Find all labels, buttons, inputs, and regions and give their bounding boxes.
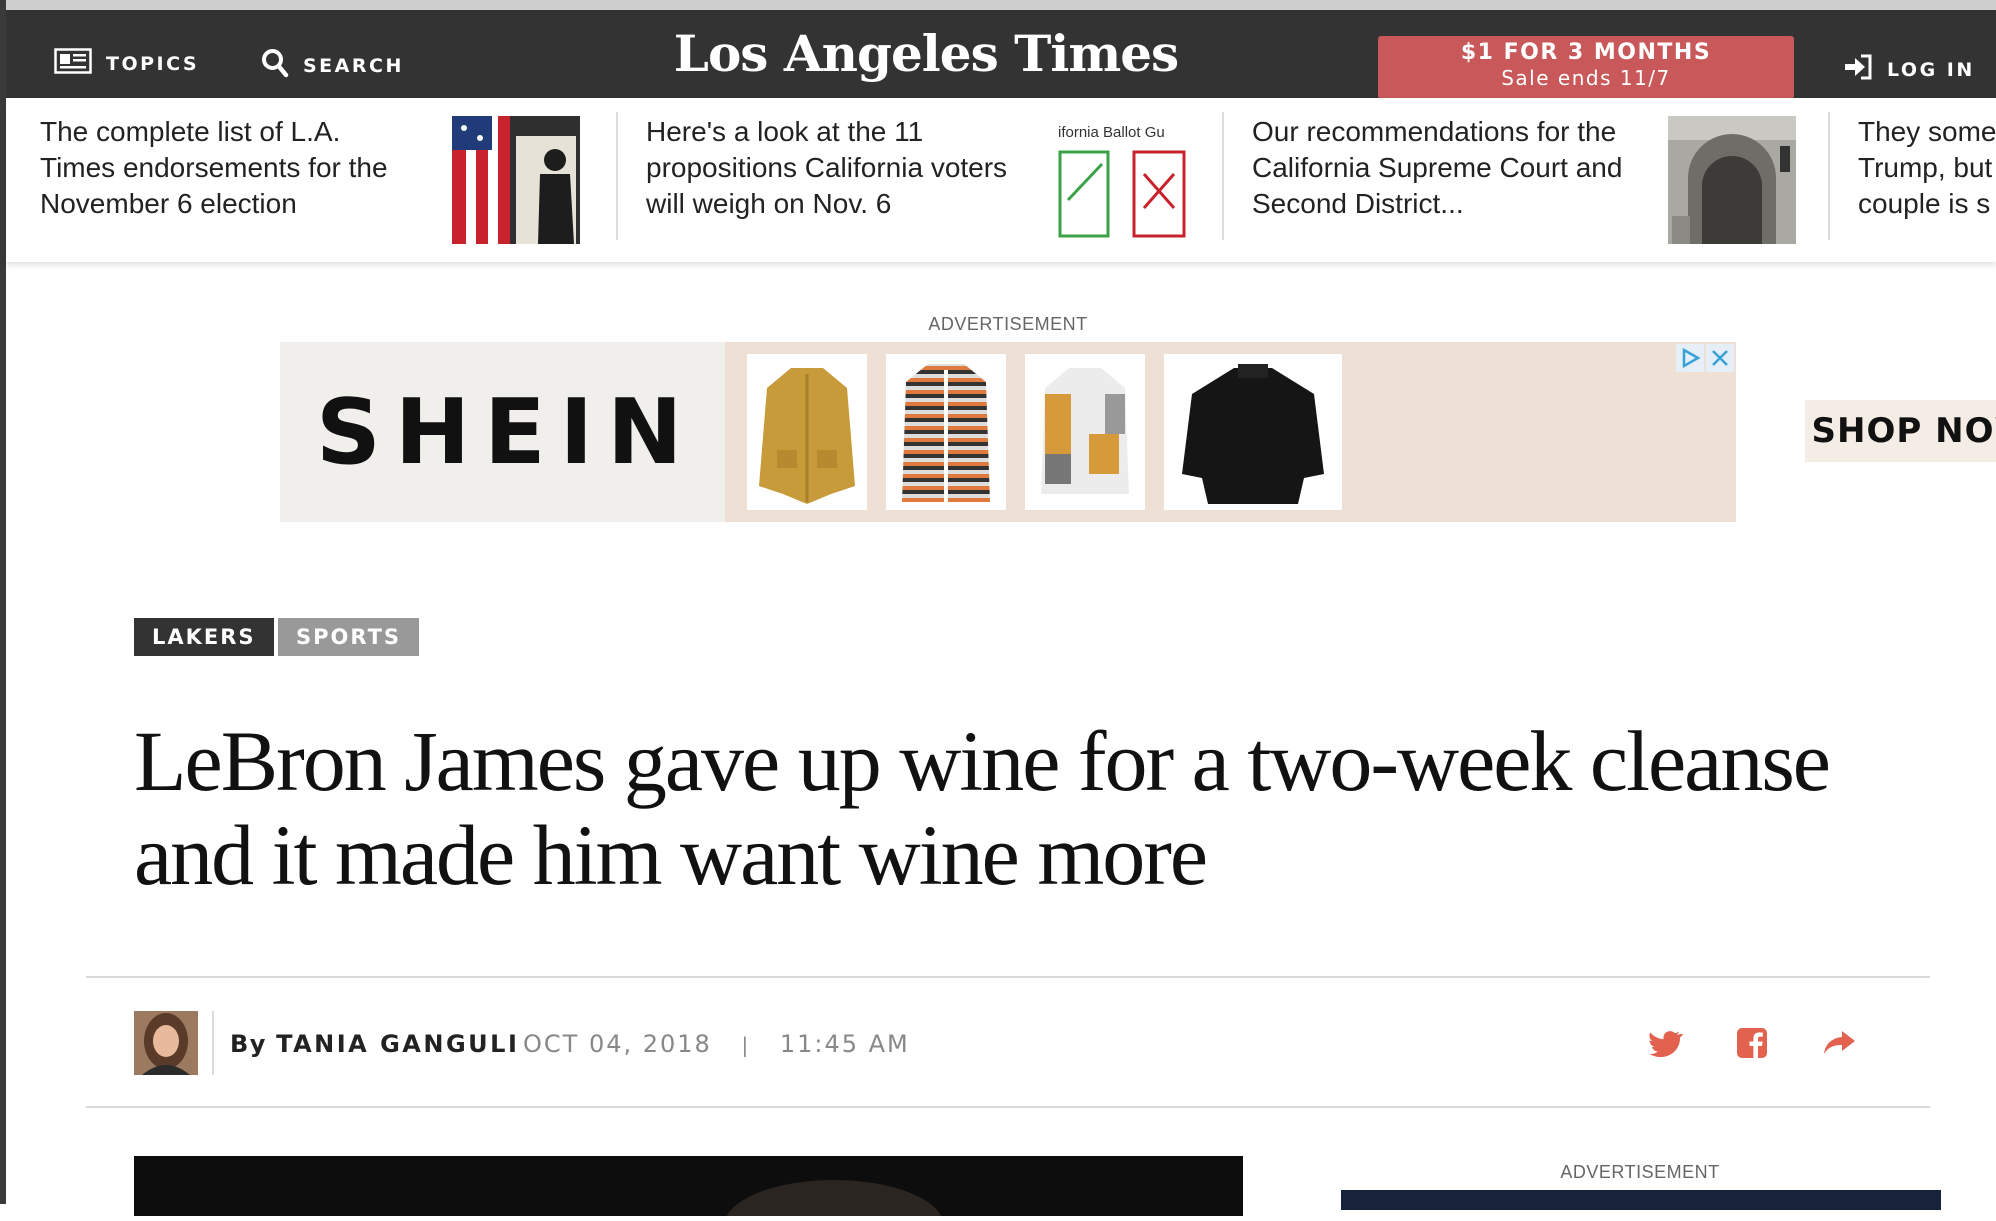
ticker-item[interactable]: They some Trump, but couple is s	[1858, 98, 1996, 262]
ballot-guide-graphic[interactable]: ifornia Ballot Gu	[1058, 116, 1186, 244]
tag-lakers[interactable]: LAKERS	[134, 618, 274, 656]
sidebar-ad-label: ADVERTISEMENT	[1560, 1162, 1720, 1182]
ticker-separator	[1222, 112, 1224, 240]
colorblock-cardigan-image[interactable]	[1025, 354, 1145, 510]
ad-brand-panel: SHEIN	[280, 342, 725, 522]
twitter-icon[interactable]	[1649, 1026, 1683, 1060]
browser-top-strip	[0, 0, 1996, 10]
ticker-item[interactable]: Here's a look at the 11 propositions Cal…	[646, 98, 1224, 262]
site-logo[interactable]: Los Angeles Times	[576, 24, 1276, 83]
ticker-item-text[interactable]: The complete list of L.A. Times endorsem…	[40, 114, 420, 222]
author-name[interactable]: TANIA GANGULI	[276, 1030, 519, 1058]
ticker-separator	[1828, 112, 1830, 240]
byline-prefix: By	[230, 1030, 267, 1058]
byline-top-divider	[86, 976, 1930, 978]
share-arrow-icon[interactable]	[1822, 1026, 1856, 1060]
newspaper-icon	[54, 48, 92, 79]
ad-choices-controls	[1676, 344, 1734, 372]
login-label: LOG IN	[1887, 58, 1975, 81]
black-sweater-image[interactable]	[1164, 354, 1342, 510]
ticker-item-text[interactable]: They some Trump, but couple is s	[1858, 114, 1996, 222]
ad-product-panel: SHOP NOW>	[725, 342, 1996, 522]
sidebar-ad[interactable]	[1341, 1190, 1941, 1210]
mustard-cardigan-image[interactable]	[747, 354, 867, 510]
publish-time: 11:45 AM	[779, 1030, 910, 1058]
byline-bottom-divider	[86, 1106, 1930, 1108]
topics-button[interactable]: TOPICS	[54, 48, 199, 79]
striped-cardigan-image[interactable]	[886, 354, 1006, 510]
author-avatar[interactable]	[134, 1011, 198, 1075]
promo-offer: $1 FOR 3 MONTHS	[1460, 40, 1712, 65]
promo-deadline: Sale ends 11/7	[1501, 66, 1671, 90]
login-icon	[1843, 54, 1873, 85]
topics-label: TOPICS	[106, 52, 200, 75]
byline-separator	[212, 1011, 214, 1075]
ticker-separator	[616, 112, 618, 240]
shop-now-button[interactable]: SHOP NOW>	[1805, 400, 1996, 462]
site-header: TOPICS SEARCH Los Angeles Times $1 FOR 3…	[6, 10, 1996, 99]
shein-banner-ad[interactable]: SHEIN SHOP NO	[280, 342, 1996, 522]
login-button[interactable]: LOG IN	[1843, 54, 1975, 85]
tag-sports[interactable]: SPORTS	[278, 618, 420, 656]
ad-brand-name: SHEIN	[316, 380, 697, 485]
publish-date: OCT 04, 2018	[523, 1030, 712, 1058]
facebook-icon[interactable]	[1735, 1026, 1769, 1060]
search-icon	[261, 48, 289, 83]
subscribe-promo-button[interactable]: $1 FOR 3 MONTHS Sale ends 11/7	[1378, 36, 1794, 99]
ad-label: ADVERTISEMENT	[928, 314, 1088, 334]
publish-dateline: OCT 04, 2018 | 11:45 AM	[523, 1030, 910, 1058]
ticker-item[interactable]: Our recommendations for the California S…	[1252, 98, 1830, 262]
ticker-item-text[interactable]: Here's a look at the 11 propositions Cal…	[646, 114, 1026, 222]
search-button[interactable]: SEARCH	[261, 48, 404, 83]
flag-voting-booth-photo[interactable]	[452, 116, 580, 244]
date-time-separator: |	[741, 1033, 751, 1057]
author-byline[interactable]: By TANIA GANGULI	[230, 1030, 519, 1058]
ticker-item-text[interactable]: Our recommendations for the California S…	[1252, 114, 1642, 222]
courthouse-photo[interactable]	[1668, 116, 1796, 244]
headline-ticker: The complete list of L.A. Times endorsem…	[6, 98, 1996, 262]
article-headline: LeBron James gave up wine for a two-week…	[134, 713, 1831, 903]
ad-choices-icon[interactable]	[1676, 344, 1704, 372]
close-ad-icon[interactable]	[1706, 344, 1734, 372]
ticker-item[interactable]: The complete list of L.A. Times endorsem…	[40, 98, 618, 262]
article-hero-image[interactable]	[134, 1156, 1243, 1221]
search-label: SEARCH	[303, 54, 404, 77]
